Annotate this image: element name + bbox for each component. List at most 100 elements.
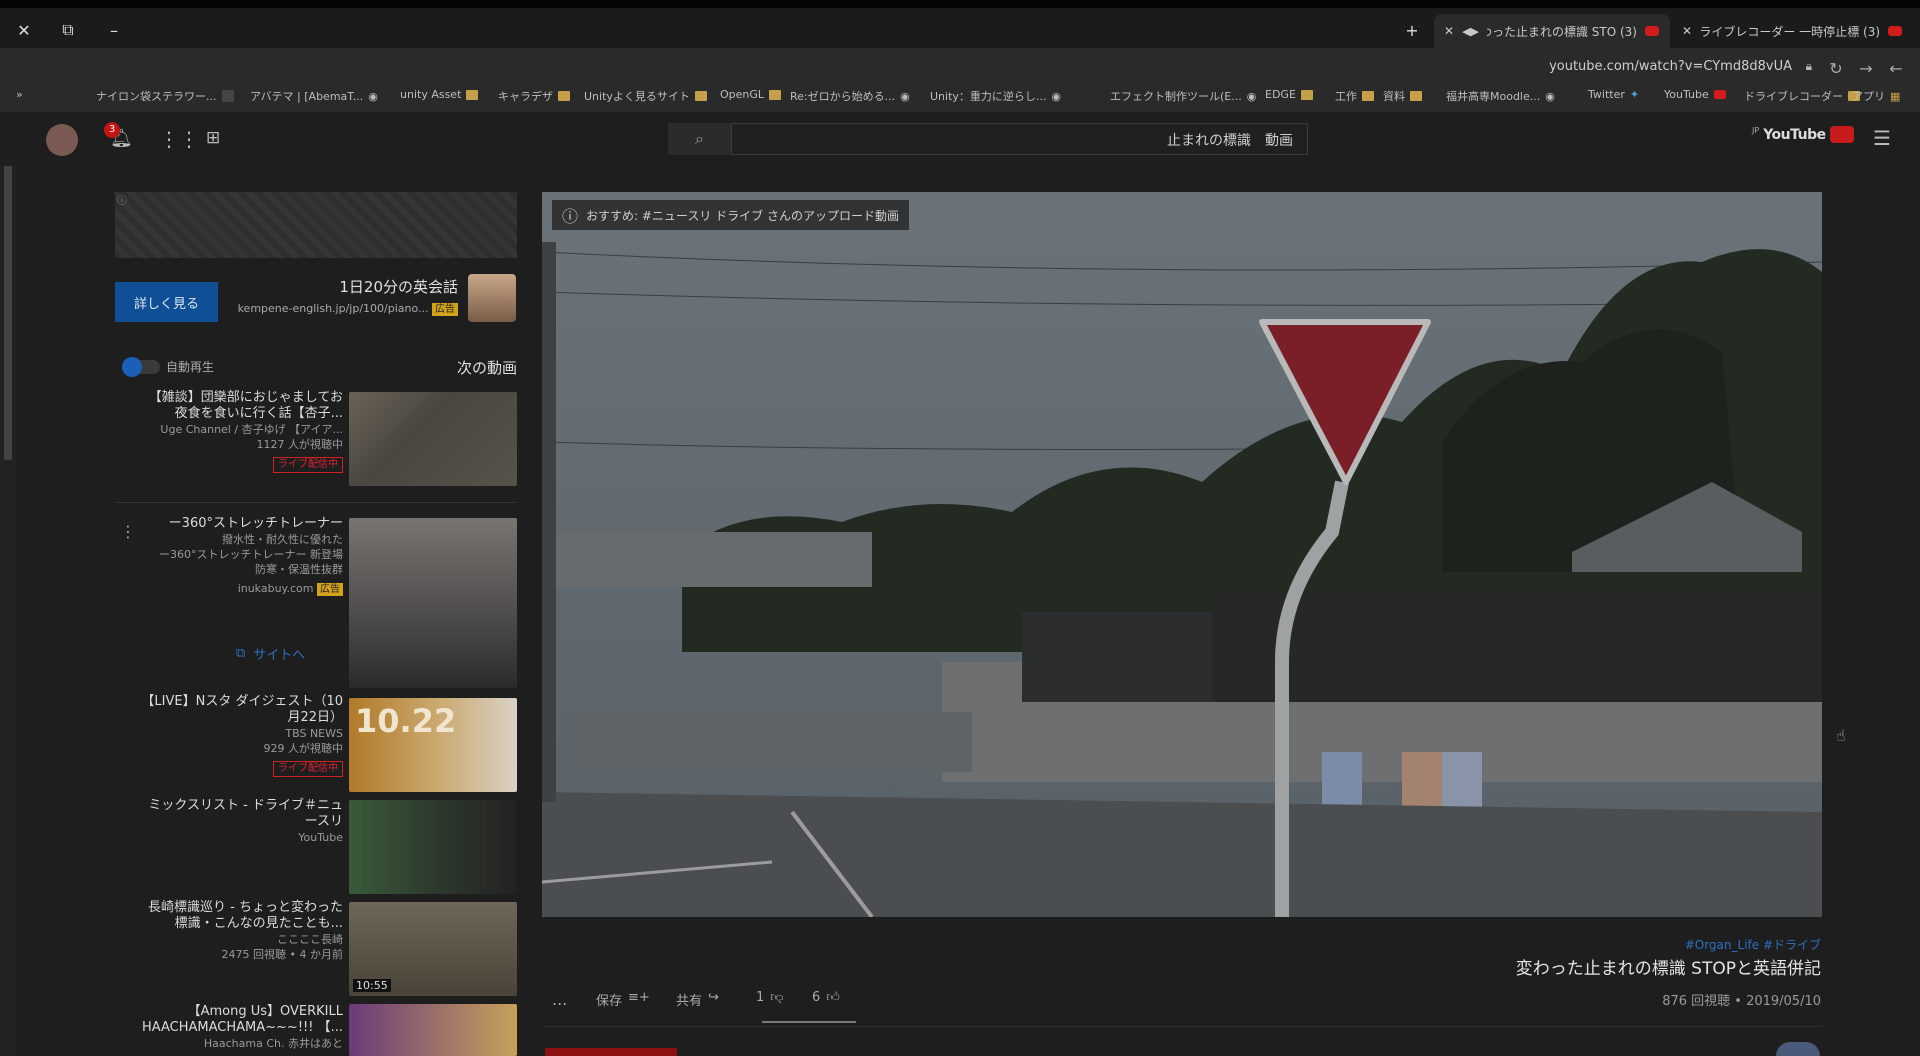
scrollbar-thumb[interactable] [4, 130, 12, 460]
bookmark-item[interactable]: 資料 [1383, 88, 1422, 104]
folder-icon [558, 91, 570, 101]
tab-bar: ✕ ⧉ – + ✕ ◀▶ (3) 変わった止まれの標識 STO! ✕ (3) ド… [0, 8, 1920, 48]
bookmark-item[interactable]: Twitter ✦ [1588, 88, 1639, 101]
notification-count-badge: 3 [104, 122, 120, 138]
share-arrow-icon: ↪ [708, 990, 719, 1005]
divider [542, 1026, 1822, 1027]
close-tab-icon[interactable]: ✕ [1682, 24, 1692, 38]
bookmark-item[interactable]: 福井高専Moodle... ◉ [1446, 88, 1555, 104]
address-bar[interactable]: youtube.com/watch?v=CYmd8d8vUA 🔒︎ [1530, 52, 1820, 84]
bookmarks-bar: » ナイロン袋ステラワー... アバテマ | [AbemaT... ◉ unity… [0, 82, 1920, 112]
channel-avatar[interactable] [1776, 1042, 1820, 1056]
ad-url: kempene-english.jp/jp/100/piano... [237, 302, 429, 315]
ad-banner-image[interactable] [115, 192, 517, 258]
twitter-icon: ✦ [1629, 88, 1640, 101]
mix-playlist-thumbnail[interactable] [349, 800, 517, 894]
more-bookmarks-button[interactable]: » [16, 88, 23, 101]
site-icon: ◉ [1545, 89, 1555, 103]
tab-title: (3) 変わった止まれの標識 STO! [1487, 24, 1637, 39]
list-item[interactable]: 【Among Us】OVERKILL HAACHAMACHAMA~~~!!! 【… [138, 1004, 343, 1051]
more-options-icon[interactable]: ⋮ [120, 522, 136, 541]
apps-grid-icon[interactable]: ⋮⋮ [159, 127, 199, 151]
up-next-thumbnail[interactable]: 10.22 [349, 698, 517, 792]
restore-window-icon[interactable]: ⧉ [52, 16, 84, 44]
ad-url-line: kempene-english.jp/jp/100/piano... 広告 [220, 302, 458, 316]
forward-icon[interactable]: → [1852, 54, 1880, 82]
back-icon[interactable]: ← [1882, 54, 1910, 82]
ad-title: 1日20分の英会話 [339, 278, 458, 296]
up-next-thumbnail[interactable] [349, 392, 517, 486]
reload-icon[interactable]: ↻ [1822, 54, 1850, 82]
account-avatar[interactable] [46, 124, 78, 156]
share-button[interactable]: 共有 ↪ [676, 990, 719, 1009]
channel-name: Haachama Ch. 赤井はあと [203, 1037, 343, 1050]
bookmark-item[interactable]: エフェクト制作ツール(E... ◉ [1110, 88, 1256, 104]
video-hashtags[interactable]: #Organ_Life #ドライブ [1100, 936, 1821, 953]
hamburger-menu-icon[interactable]: ☰ [1873, 126, 1891, 150]
bookmark-item[interactable]: OpenGL [720, 88, 782, 101]
minimize-window-icon[interactable]: – [98, 16, 130, 44]
list-item[interactable]: ミックスリスト - ドライブ＃ニュースリ YouTube [138, 798, 343, 845]
bookmark-item[interactable]: 工作 [1335, 88, 1374, 104]
audio-icon: ◀▶ [1462, 24, 1479, 38]
video-player[interactable]: ⓘ おすすめ: #ニュースリ ドライブ さんのアップロード動画 [542, 192, 1822, 917]
search-input[interactable]: 止まれの標識 動画 [668, 123, 1308, 155]
up-next-thumbnail[interactable] [349, 1004, 517, 1056]
bookmark-item[interactable]: Unityよく見るサイト [584, 88, 707, 104]
like-button[interactable]: 6 👍︎ [812, 990, 840, 1005]
bookmark-item[interactable]: キャラデザ [498, 88, 570, 104]
video-title: ミックスリスト - ドライブ＃ニュースリ [148, 798, 343, 829]
youtube-play-icon [1829, 126, 1854, 143]
bookmark-item[interactable]: アプリ ▦ [1852, 88, 1900, 104]
site-icon: ◉ [1051, 89, 1062, 103]
new-tab-button[interactable]: + [1396, 16, 1428, 44]
save-button[interactable]: 保存 ≡+ [596, 990, 650, 1009]
create-video-icon[interactable]: ⊞ [206, 128, 220, 148]
autoplay-toggle[interactable] [122, 357, 160, 377]
bookmark-item[interactable]: アバテマ | [AbemaT... ◉ [250, 88, 378, 104]
search-button[interactable]: ⌕ [668, 123, 732, 155]
live-badge: ライブ配信中 [273, 457, 343, 473]
lock-icon: 🔒︎ [1805, 59, 1812, 73]
list-item[interactable]: 長崎標識巡り - ちょっと変わった標識・こんなの見たことも... ここここ長崎 … [138, 900, 343, 962]
site-icon: ◉ [368, 89, 378, 103]
bookmark-item[interactable]: EDGE [1265, 88, 1313, 101]
bookmark-item[interactable]: YouTube [1664, 88, 1726, 101]
tab-active[interactable]: ✕ ◀▶ (3) 変わった止まれの標識 STO! [1434, 14, 1670, 48]
site-icon: ◉ [1246, 89, 1257, 103]
thumbnail-date-text: 10.22 [355, 702, 457, 740]
folder-icon [769, 89, 782, 100]
bookmark-item[interactable]: ドライブレコーダー [1744, 88, 1860, 104]
up-next-thumbnail[interactable]: 10:55 [349, 902, 517, 996]
list-item[interactable]: ー360°ストレッチトレーナー 撥水性・耐久性に優れた ー360°ストレッチトレ… [138, 516, 343, 596]
close-tab-icon[interactable]: ✕ [1444, 24, 1454, 38]
thumbs-up-icon: 👍︎ [826, 990, 840, 1005]
url-text: youtube.com/watch?v=CYmd8d8vUA [1549, 59, 1792, 74]
more-actions-button[interactable]: ... [552, 990, 567, 1009]
ad-line-2: ー360°ストレッチトレーナー 新登場 [159, 548, 343, 561]
youtube-favicon-icon [1644, 26, 1659, 36]
folder-icon [466, 89, 479, 100]
mouse-cursor-icon: ☝︎ [1836, 726, 1846, 745]
divider [115, 502, 517, 503]
video-meta: 929 人が視聴中 [263, 742, 344, 755]
ad-learn-more-button[interactable]: 詳しく見る [115, 282, 218, 322]
folder-icon [1410, 91, 1422, 101]
close-window-icon[interactable]: ✕ [8, 16, 40, 44]
youtube-logo[interactable]: JP YouTube [1752, 126, 1854, 143]
subscribe-button[interactable] [545, 1048, 677, 1056]
bookmark-item[interactable]: Re:ゼロから始める... ◉ [790, 88, 910, 104]
bookmark-item[interactable]: unity Asset [400, 88, 479, 101]
dislike-button[interactable]: 1 👎︎ [756, 990, 783, 1005]
list-item[interactable]: 【雑談】団欒部におじゃましてお夜食を食いに行く話【杏子... Uge Chann… [138, 390, 343, 473]
recommendation-text: おすすめ: #ニュースリ ドライブ さんのアップロード動画 [586, 208, 899, 223]
bookmark-item[interactable]: Unity：重力に逆らし... ◉ [930, 88, 1061, 104]
video-info-card[interactable]: ⓘ おすすめ: #ニュースリ ドライブ さんのアップロード動画 [552, 200, 909, 230]
list-item[interactable]: 【LIVE】Nスタ ダイジェスト（10月22日） TBS NEWS 929 人が… [138, 694, 343, 777]
ad-product-thumbnail[interactable] [349, 518, 517, 688]
ad-info-icon[interactable]: ⓘ [117, 192, 127, 207]
tab-inactive[interactable]: ✕ (3) ドライブレコーダー 一時停止標 [1672, 14, 1912, 48]
up-next-heading: 次の動画 [456, 359, 517, 377]
visit-site-link[interactable]: ⧉ サイトへ [236, 644, 305, 663]
bookmark-item[interactable]: ナイロン袋ステラワー... [96, 88, 234, 104]
